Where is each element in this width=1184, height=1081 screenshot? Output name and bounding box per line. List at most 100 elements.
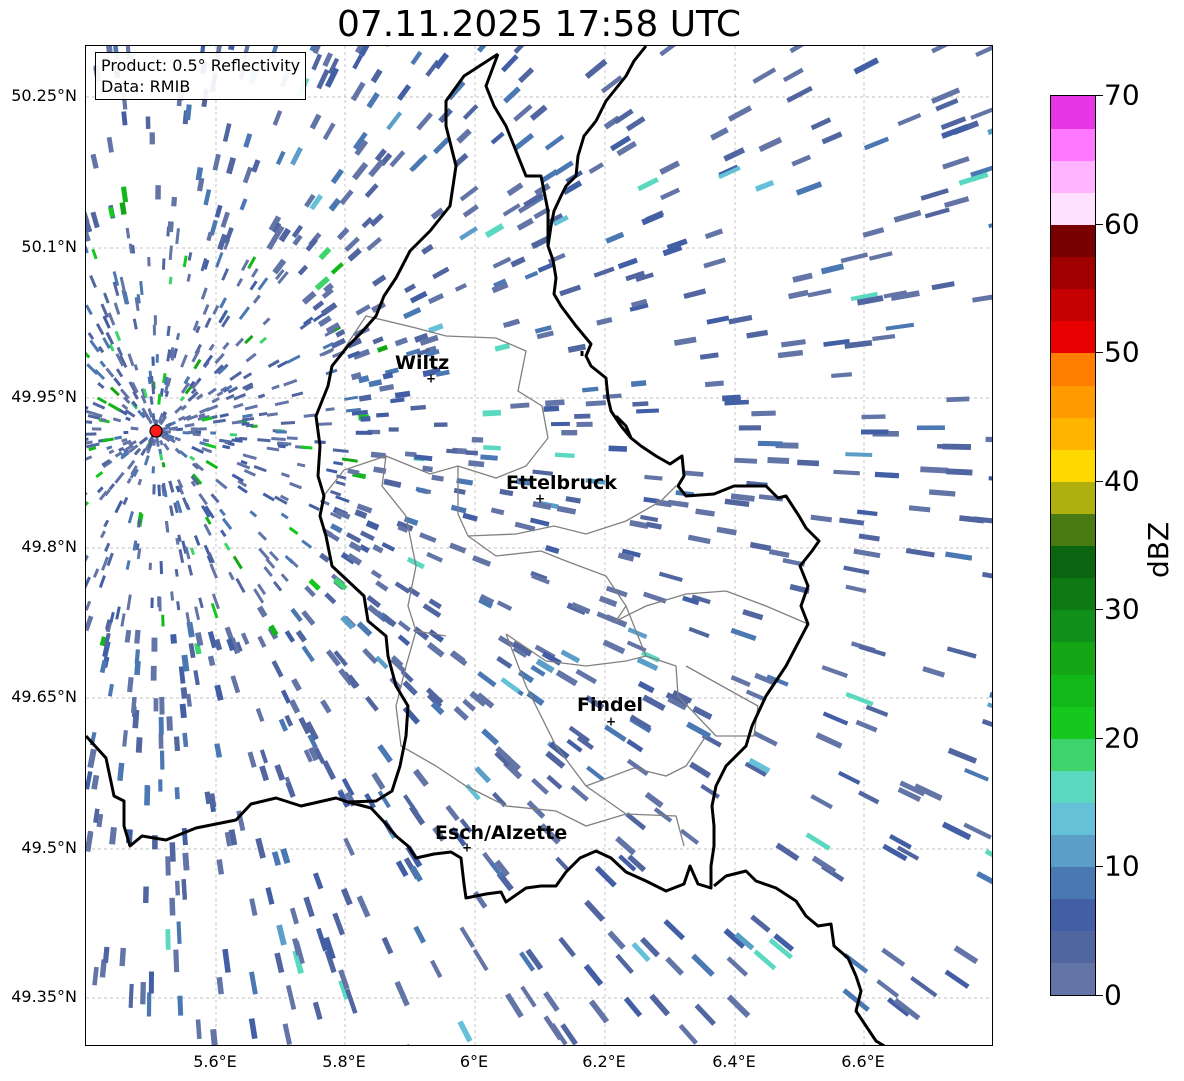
radar-echo-gate <box>692 705 713 720</box>
radar-echo-gate <box>230 675 241 694</box>
radar-echo-gate <box>249 510 258 518</box>
radar-echo-gate <box>134 629 141 644</box>
radar-echo-gate <box>636 408 659 414</box>
radar-echo-gate <box>249 898 258 917</box>
radar-echo-gate <box>905 547 935 558</box>
radar-echo-gate <box>513 132 535 151</box>
radar-echo-gate <box>87 332 95 340</box>
radar-echo-gate <box>215 251 224 268</box>
radar-echo-gate <box>272 580 283 592</box>
radar-echo-gate <box>229 370 243 381</box>
radar-echo-gate <box>397 634 411 647</box>
radar-echo-gate <box>644 474 663 481</box>
radar-echo-gate <box>333 460 344 466</box>
radar-echo-gate <box>187 564 194 576</box>
radar-echo-gate <box>346 552 363 566</box>
radar-echo-gate <box>227 442 235 447</box>
radar-echo-gate <box>750 914 771 933</box>
colorbar-segment <box>1051 770 1095 803</box>
radar-echo-gate <box>222 444 231 450</box>
radar-echo-gate <box>942 443 972 450</box>
radar-echo-gate <box>283 378 298 387</box>
radar-echo-gate <box>291 391 304 398</box>
radar-echo-gate <box>176 921 182 944</box>
radar-echo-gate <box>295 629 307 643</box>
radar-echo-gate <box>981 571 992 582</box>
radar-echo-gate <box>797 459 820 467</box>
radar-echo-gate <box>332 912 345 936</box>
radar-echo-gate <box>255 707 265 723</box>
radar-echo-gate <box>394 337 409 347</box>
colorbar-tick-mark <box>1096 223 1103 225</box>
radar-echo-gate <box>291 224 304 238</box>
radar-echo-gate <box>432 266 450 280</box>
radar-echo-gate <box>103 519 110 528</box>
radar-echo-gate <box>150 597 154 609</box>
radar-echo-gate <box>198 493 208 506</box>
radar-echo-gate <box>150 375 154 383</box>
radar-echo-gate <box>520 985 537 1008</box>
radar-echo-gate <box>626 738 644 753</box>
radar-echo-gate <box>753 730 778 747</box>
radar-echo-gate <box>325 407 335 412</box>
radar-echo-gate <box>988 216 992 229</box>
radar-echo-gate <box>649 993 671 1017</box>
colorbar-segment <box>1051 384 1095 418</box>
radar-echo-gate <box>593 266 615 278</box>
radar-echo-gate <box>953 945 979 965</box>
radar-echo-gate <box>505 992 524 1019</box>
radar-echo-gate <box>381 542 396 552</box>
radar-echo-gate <box>678 1023 698 1045</box>
city-label-ettelbruck: Ettelbruck <box>506 472 617 494</box>
radar-echo-gate <box>730 675 751 688</box>
colorbar-tick-label: 70 <box>1104 78 1140 112</box>
radar-echo-gate <box>223 542 231 551</box>
radar-echo-gate <box>203 523 212 536</box>
radar-echo-gate <box>127 511 135 524</box>
radar-echo-gate <box>625 116 646 132</box>
radar-echo-gate <box>219 412 229 418</box>
radar-echo-gate <box>500 677 521 694</box>
radar-echo-gate <box>193 670 200 686</box>
radar-echo-gate <box>159 696 165 715</box>
radar-echo-gate <box>203 189 212 206</box>
colorbar-tick-mark <box>1096 95 1103 96</box>
radar-echo-gate <box>271 437 286 441</box>
radar-echo-gate <box>811 855 837 875</box>
radar-echo-gate <box>237 484 248 494</box>
radar-echo-gate <box>275 430 287 434</box>
radar-echo-gate <box>216 390 224 397</box>
radar-echo-gate <box>699 352 719 360</box>
radar-echo-gate <box>383 46 396 48</box>
radar-echo-gate <box>301 290 317 305</box>
radar-echo-gate <box>86 455 93 463</box>
radar-echo-gate <box>265 557 276 569</box>
radar-echo-gate <box>449 542 467 554</box>
radar-echo-gate <box>751 410 776 417</box>
radar-echo-gate <box>641 211 664 226</box>
radar-echo-gate <box>845 584 867 594</box>
city-label-esch-alzette: Esch/Alzette <box>435 822 568 844</box>
radar-echo-gate <box>97 382 105 389</box>
radar-echo-gate <box>496 655 513 669</box>
radar-echo-gate <box>644 791 664 809</box>
radar-echo-gate <box>502 318 520 328</box>
radar-echo-gate <box>582 386 599 393</box>
radar-echo-gate <box>746 329 769 339</box>
radar-echo-gate <box>309 113 322 130</box>
radar-echo-gate <box>863 136 890 151</box>
radar-echo-gate <box>123 430 129 435</box>
radar-echo-gate <box>150 665 157 681</box>
radar-echo-gate <box>411 154 428 171</box>
radar-echo-gate <box>121 111 128 126</box>
radar-echo-gate <box>259 765 269 782</box>
radar-echo-gate <box>584 899 606 922</box>
radar-echo-gate <box>265 887 275 905</box>
radar-echo-gate <box>330 489 342 497</box>
radar-echo-gate <box>366 92 380 109</box>
colorbar-segment <box>1051 481 1095 514</box>
radar-echo-gate <box>642 591 667 604</box>
radar-echo-gate <box>198 597 204 609</box>
radar-echo-gate <box>576 421 593 428</box>
radar-echo-gate <box>113 377 122 387</box>
